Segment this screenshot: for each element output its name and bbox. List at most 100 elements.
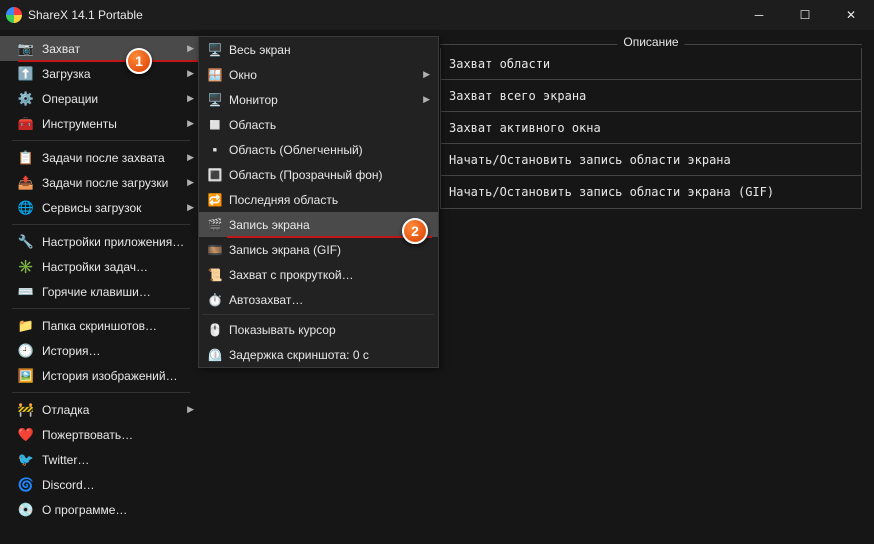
menu-icon: ❤️ (18, 427, 34, 443)
submenu-item-label: Последняя область (229, 193, 338, 207)
sidebar-item-label: Инструменты (42, 117, 187, 131)
menu-icon: ✳️ (18, 259, 34, 275)
submenu-item[interactable]: 🖥️Весь экран (199, 37, 438, 62)
sidebar-item-label: Задачи после захвата (42, 151, 187, 165)
submenu-item[interactable]: 🔁Последняя область (199, 187, 438, 212)
description-row[interactable]: Начать/Остановить запись области экрана … (441, 176, 861, 208)
chevron-right-icon: ▶ (187, 93, 194, 104)
sidebar-item[interactable]: 🌀 Discord… (0, 472, 202, 497)
menu-icon: 🧰 (18, 116, 34, 132)
submenu-item[interactable]: 🔳 Область (Прозрачный фон) (199, 162, 438, 187)
sidebar-item-label: Discord… (42, 478, 194, 492)
sidebar-item[interactable]: 📷 Захват▶ (0, 36, 202, 61)
chevron-right-icon: ▶ (423, 94, 430, 105)
sidebar: 📷Захват▶⬆️Загрузка▶⚙️Операции▶🧰Инструмен… (0, 30, 202, 544)
menu-icon: 🖥️ (207, 42, 223, 58)
menu-icon: ◻️ (207, 117, 223, 133)
sidebar-item[interactable]: ⬆️ Загрузка▶ (0, 61, 202, 86)
chevron-right-icon: ▶ (187, 202, 194, 213)
chevron-right-icon: ▶ (187, 404, 194, 415)
chevron-right-icon: ▶ (187, 68, 194, 79)
maximize-button[interactable]: ☐ (782, 0, 828, 30)
menu-icon: 🔳 (207, 167, 223, 183)
submenu-item[interactable]: ▫️Область (Облегченный) (199, 137, 438, 162)
sidebar-item[interactable]: ❤️Пожертвовать… (0, 422, 202, 447)
minimize-button[interactable]: ─ (736, 0, 782, 30)
menu-icon: 🚧 (18, 402, 34, 418)
menu-icon: 🖼️ (18, 368, 34, 384)
submenu-item-label: Область (Облегченный) (229, 143, 363, 157)
sidebar-item[interactable]: 🌐Сервисы загрузок▶ (0, 195, 202, 220)
description-title: Описание (617, 35, 684, 49)
menu-icon: 🪟 (207, 67, 223, 83)
app-logo-icon (6, 7, 22, 23)
sidebar-item-label: История изображений… (42, 369, 194, 383)
sidebar-item-label: Папка скриншотов… (42, 319, 194, 333)
sidebar-item[interactable]: 🖼️ История изображений… (0, 363, 202, 388)
callout-marker-1: 1 (126, 48, 152, 74)
sidebar-item-label: Сервисы загрузок (42, 201, 187, 215)
submenu-item[interactable]: 🪟 Окно ▶ (199, 62, 438, 87)
app-title: ShareX 14.1 Portable (28, 8, 143, 22)
menu-icon: 📷 (18, 41, 34, 57)
capture-submenu: 🖥️Весь экран 🪟 Окно ▶ 🖥️ Монитор ▶ ◻️Область▫️О… (198, 36, 439, 368)
menu-icon: 🎬 (207, 217, 223, 233)
menu-icon: 🖥️ (207, 92, 223, 108)
submenu-item-label: Запись экрана (GIF) (229, 243, 341, 257)
sidebar-item[interactable]: ✳️ Настройки задач… (0, 254, 202, 279)
sidebar-item-label: Операции (42, 92, 187, 106)
submenu-item[interactable]: 🖥️ Монитор ▶ (199, 87, 438, 112)
sidebar-item-label: Настройки задач… (42, 260, 194, 274)
description-row[interactable]: Захват всего экрана (441, 80, 861, 112)
chevron-right-icon: ▶ (187, 152, 194, 163)
menu-icon: 🕘 (18, 343, 34, 359)
menu-icon: ⏲️ (207, 347, 223, 363)
sidebar-item[interactable]: 📋Задачи после захвата▶ (0, 145, 202, 170)
sidebar-item[interactable]: 💿О программе… (0, 497, 202, 522)
sidebar-item-label: Twitter… (42, 453, 194, 467)
submenu-item-label: Монитор (229, 93, 278, 107)
sidebar-item[interactable]: 🕘История… (0, 338, 202, 363)
description-row[interactable]: Захват активного окна (441, 112, 861, 144)
menu-icon: ⌨️ (18, 284, 34, 300)
sidebar-item[interactable]: 🔧Настройки приложения… (0, 229, 202, 254)
submenu-item[interactable]: ⏱️Автозахват… (199, 287, 438, 312)
menu-icon: ⬆️ (18, 66, 34, 82)
titlebar: ShareX 14.1 Portable ─ ☐ ✕ (0, 0, 874, 30)
menu-icon: 📁 (18, 318, 34, 334)
sidebar-item[interactable]: 🚧 Отладка▶ (0, 397, 202, 422)
sidebar-item[interactable]: ⚙️ Операции▶ (0, 86, 202, 111)
submenu-item-label: Запись экрана (229, 218, 310, 232)
sidebar-item[interactable]: 📤Задачи после загрузки▶ (0, 170, 202, 195)
sidebar-item-label: Отладка (42, 403, 187, 417)
menu-icon: 🌀 (18, 477, 34, 493)
chevron-right-icon: ▶ (187, 43, 194, 54)
menu-icon: 🖱️ (207, 322, 223, 338)
submenu-item[interactable]: ◻️Область (199, 112, 438, 137)
description-row[interactable]: Захват области (441, 48, 861, 80)
submenu-item-label: Задержка скриншота: 0 с (229, 348, 369, 362)
sidebar-item[interactable]: ⌨️ Горячие клавиши… (0, 279, 202, 304)
submenu-item[interactable]: 🎞️ Запись экрана (GIF) (199, 237, 438, 262)
chevron-right-icon: ▶ (423, 69, 430, 80)
submenu-item[interactable]: 📜Захват с прокруткой… (199, 262, 438, 287)
sidebar-item-label: Горячие клавиши… (42, 285, 194, 299)
submenu-item[interactable]: 🖱️Показывать курсор (199, 317, 438, 342)
sidebar-item[interactable]: 📁 Папка скриншотов… (0, 313, 202, 338)
submenu-item-label: Область (Прозрачный фон) (229, 168, 383, 182)
description-row[interactable]: Начать/Остановить запись области экрана (441, 144, 861, 176)
submenu-item[interactable]: ⏲️ Задержка скриншота: 0 с (199, 342, 438, 367)
close-button[interactable]: ✕ (828, 0, 874, 30)
sidebar-item[interactable]: 🧰 Инструменты▶ (0, 111, 202, 136)
sidebar-item-label: Настройки приложения… (42, 235, 194, 249)
sidebar-item-label: Загрузка (42, 67, 187, 81)
menu-icon: 💿 (18, 502, 34, 518)
submenu-item-label: Окно (229, 68, 257, 82)
menu-icon: 🎞️ (207, 242, 223, 258)
chevron-right-icon: ▶ (187, 118, 194, 129)
callout-marker-2: 2 (402, 218, 428, 244)
sidebar-item-label: Задачи после загрузки (42, 176, 187, 190)
sidebar-item-label: Захват (42, 42, 187, 56)
sidebar-item[interactable]: 🐦Twitter… (0, 447, 202, 472)
menu-icon: ⚙️ (18, 91, 34, 107)
